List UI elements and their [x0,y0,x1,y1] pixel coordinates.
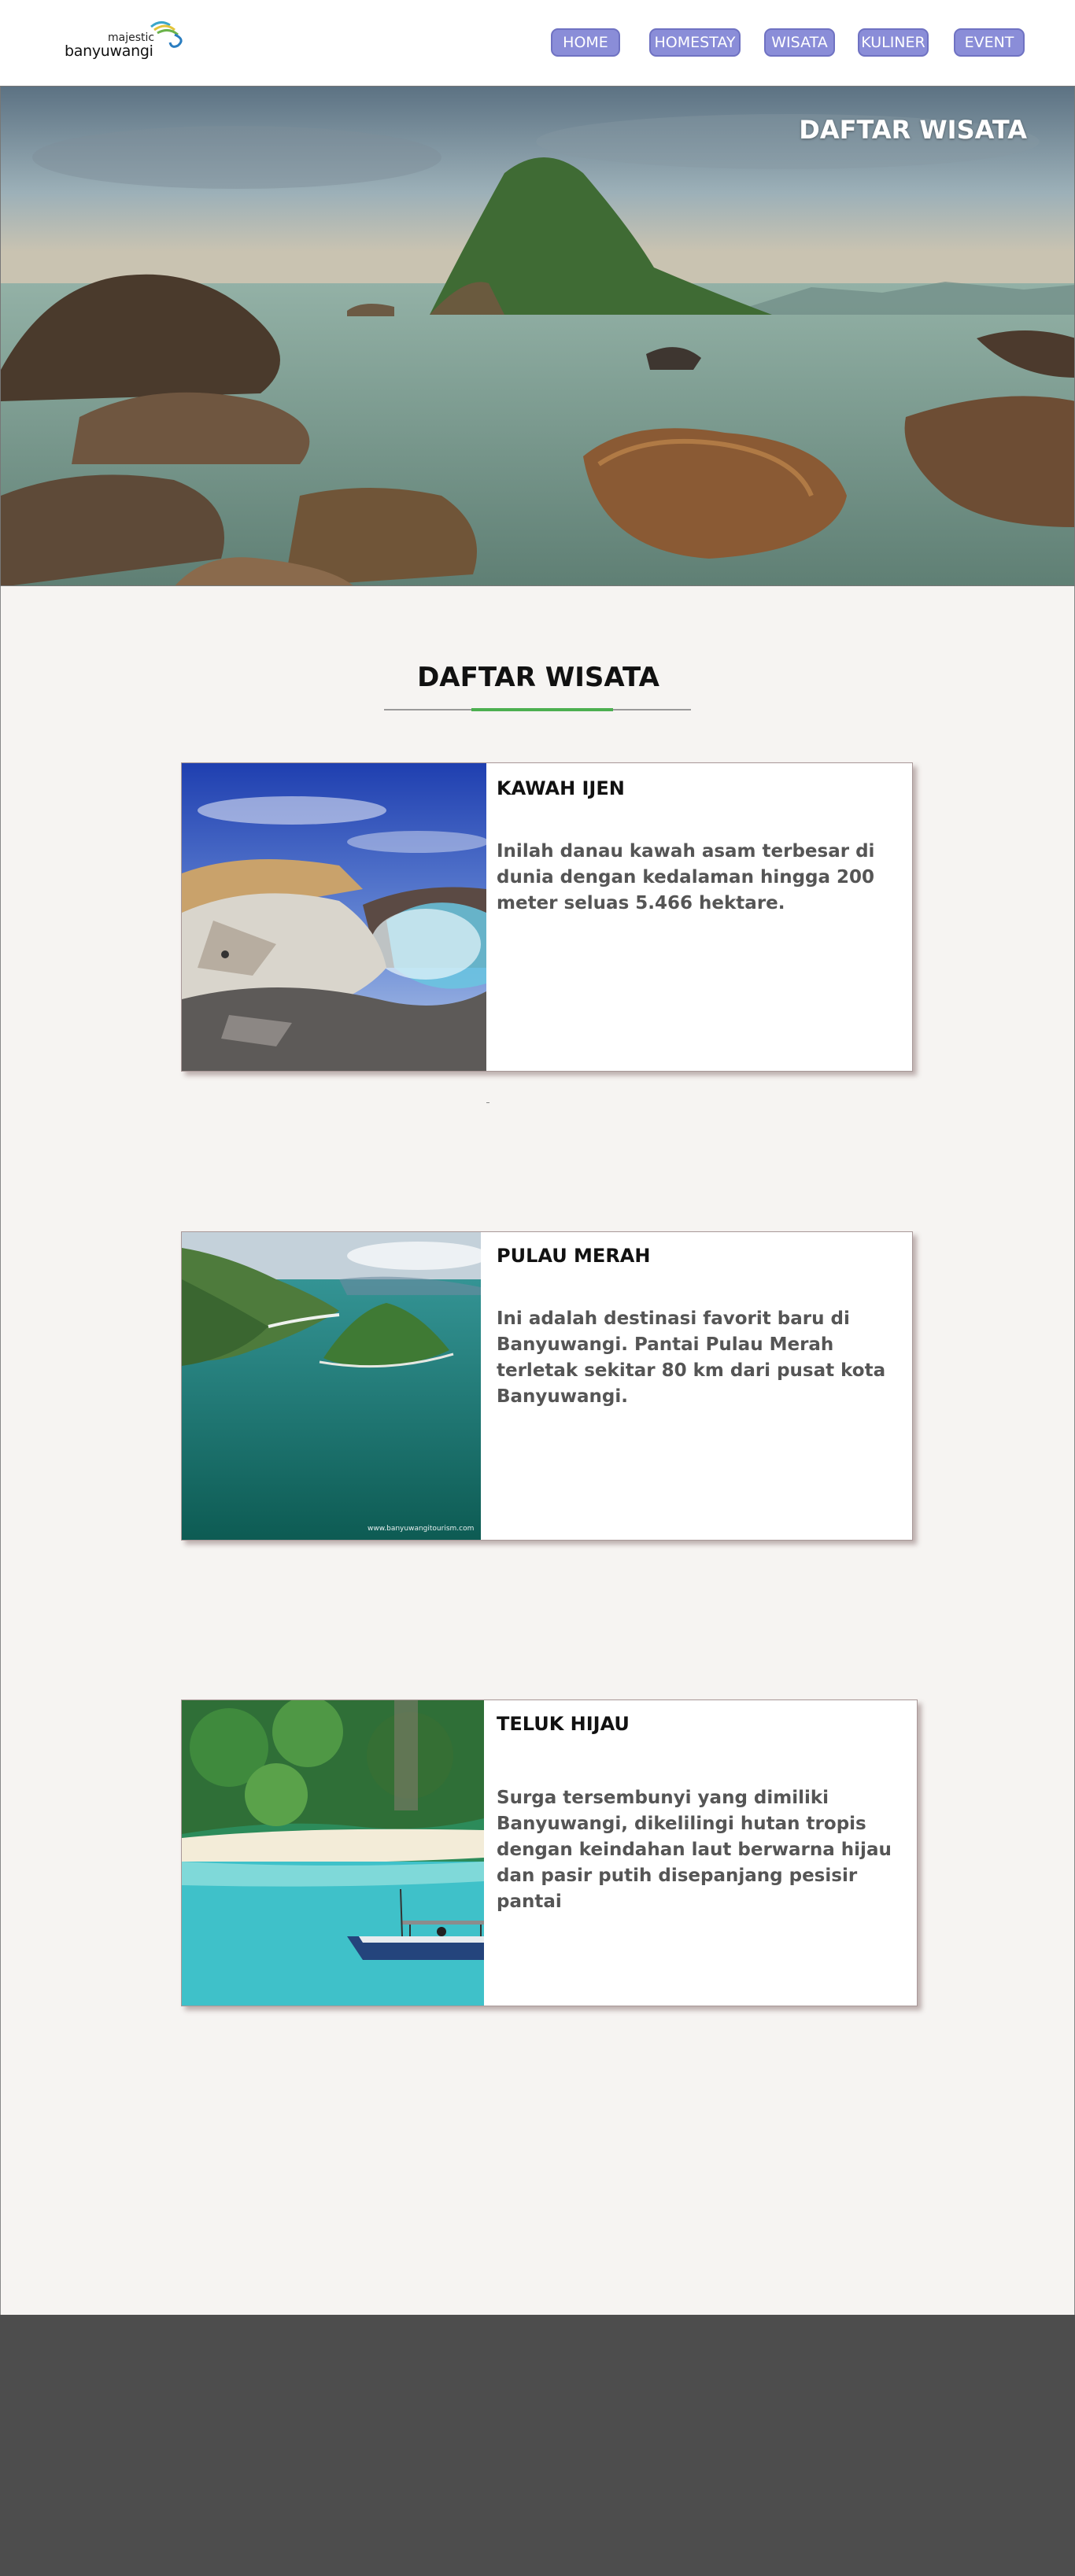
site-logo[interactable]: majestic banyuwangi [65,17,183,61]
card-title: PULAU MERAH [497,1245,651,1267]
nav-homestay-button[interactable]: HOMESTAY [649,28,741,57]
nav-home-button[interactable]: HOME [551,28,620,57]
main-content: DAFTAR WISATA KAWAH IJEN Inilah danau ka… [0,586,1075,2315]
hero-title: DAFTAR WISATA [799,115,1027,145]
card-description: Ini adalah destinasi favorit baru di Ban… [497,1308,886,1407]
image-watermark: www.banyuwangitourism.com [368,1525,475,1533]
kawah-ijen-image [182,763,486,1071]
pulau-merah-image: www.banyuwangitourism.com [182,1232,481,1540]
site-header: majestic banyuwangi HOME HOMESTAY WISATA… [0,0,1075,86]
title-accent-bar [471,708,613,711]
section-title: DAFTAR WISATA [417,662,659,693]
card-teluk-hijau[interactable]: TELUK HIJAU Surga tersembunyi yang dimil… [181,1699,918,2006]
hero-landscape-image [1,87,1074,585]
site-footer [0,2315,1075,2576]
nav-kuliner-button[interactable]: KULINER [858,28,929,57]
card-title: TELUK HIJAU [497,1713,630,1735]
card-description: Surga tersembunyi yang dimiliki Banyuwan… [497,1788,892,1912]
card-title: KAWAH IJEN [497,777,625,799]
teluk-hijau-image [182,1700,484,2006]
card-description: Inilah danau kawah asam terbesar di duni… [497,841,875,913]
stray-mark [486,1102,489,1103]
card-kawah-ijen[interactable]: KAWAH IJEN Inilah danau kawah asam terbe… [181,762,913,1072]
nav-event-button[interactable]: EVENT [954,28,1025,57]
logo-wordmark: banyuwangi [65,42,153,60]
hero-banner: DAFTAR WISATA [0,86,1075,586]
card-pulau-merah[interactable]: www.banyuwangitourism.com PULAU MERAH In… [181,1231,913,1541]
nav-wisata-button[interactable]: WISATA [764,28,835,57]
